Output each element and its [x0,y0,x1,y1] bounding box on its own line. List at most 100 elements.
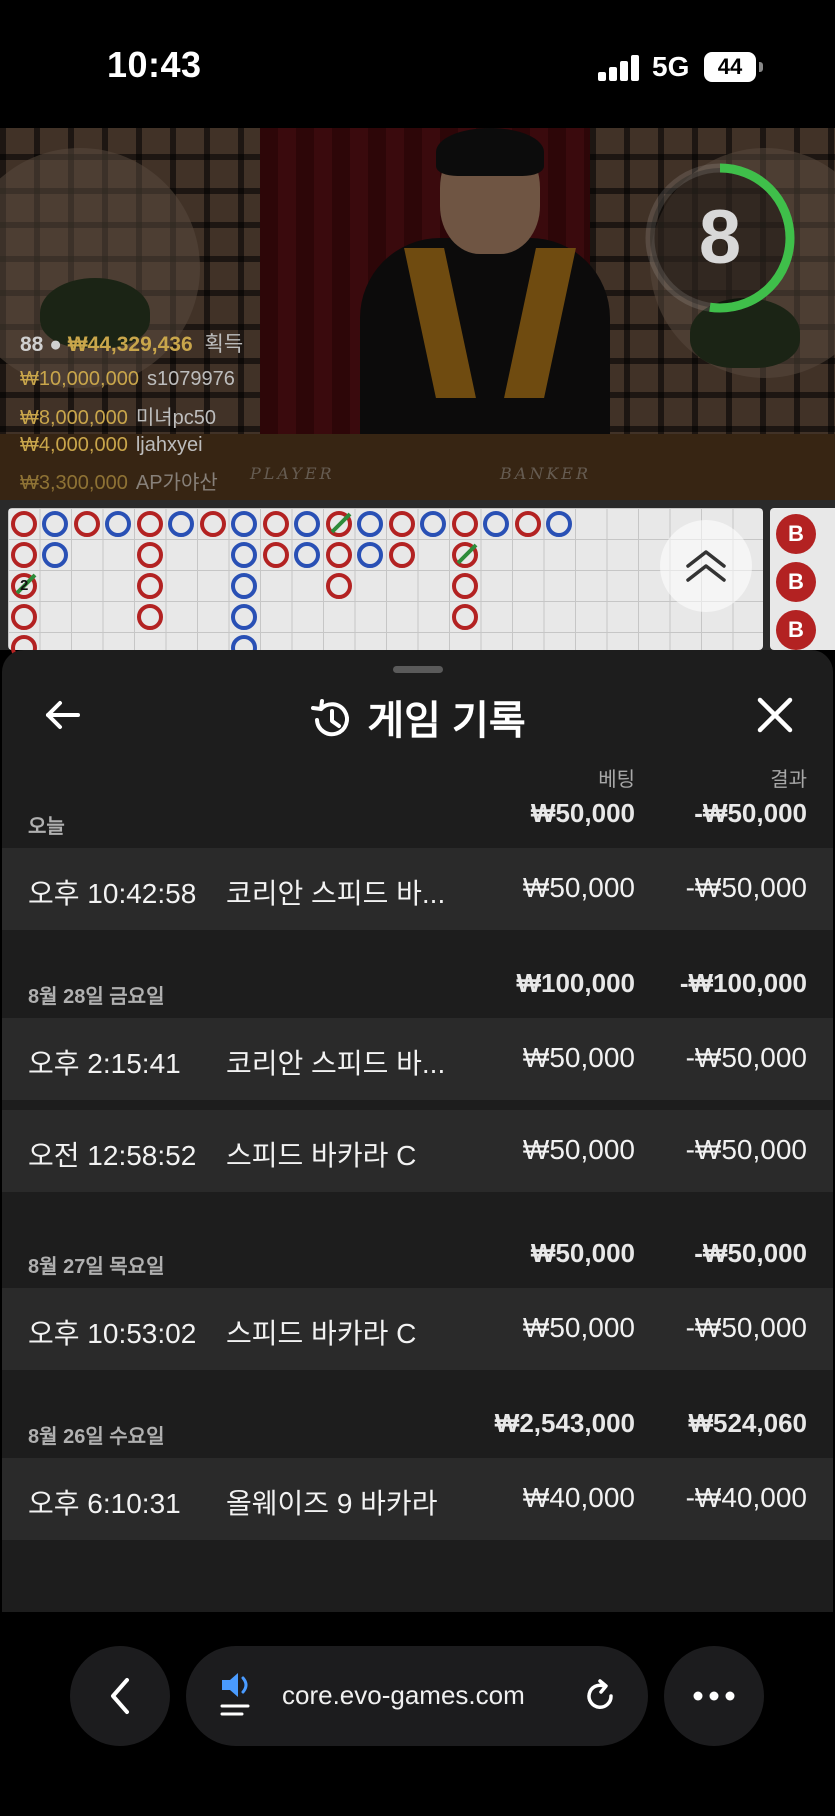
road-bead-player [420,511,446,537]
date-label: 오늘 [28,816,65,838]
row-bet: ₩50,000 [522,1134,635,1165]
row-game: 스피드 바카라 C [226,1318,417,1349]
date-label: 8월 27일 목요일 [28,1256,165,1278]
total-won-label: 획득 [204,333,244,356]
road-bead-banker [74,511,100,537]
road-bead-player [231,542,257,568]
row-time: 오후 10:42:58 [28,878,197,909]
road-bead-player [231,604,257,630]
battery-icon: 44 [704,52,763,82]
history-row[interactable]: 오후 10:53:02 스피드 바카라 C ₩50,000 -₩50,000 [2,1288,833,1370]
date-label: 8월 28일 금요일 [28,986,165,1008]
address-bar[interactable]: core.evo-games.com [186,1646,648,1746]
leader-row: ₩8,000,000 미녀pc50 [20,401,216,430]
panel-title: 게임 기록 [2,688,833,746]
road-bead-player [294,511,320,537]
more-icon [693,1691,735,1701]
player-count: 88 [20,333,44,356]
panel-title-text: 게임 기록 [367,699,526,743]
leader-row: ₩3,300,000 AP가야산 [20,466,218,495]
status-time: 10:43 [107,44,202,85]
row-result: -₩50,000 [685,1312,807,1343]
speaker-icon[interactable] [218,1670,258,1722]
side-bead-banker: B [776,514,816,554]
road-bead-player [42,542,68,568]
road-bead-banker [326,573,352,599]
user-icon: ● [49,333,62,356]
big-road-grid[interactable]: 2 [8,508,763,661]
road-bead-banker [11,511,37,537]
drag-handle[interactable] [393,666,443,673]
column-header-bet: 베팅 [598,769,635,791]
date-group-header: 8월 28일 금요일 ₩100,000 -₩100,000 [2,966,833,1014]
row-result: -₩50,000 [685,1042,807,1073]
date-result-total: ₩524,060 [688,1408,807,1438]
road-bead-banker [137,573,163,599]
history-icon [311,699,350,737]
road-bead-player [483,511,509,537]
expand-roadmap-button[interactable] [660,520,752,612]
road-bead-banker [452,604,478,630]
row-time: 오후 6:10:31 [28,1488,181,1519]
reload-icon[interactable] [582,1678,618,1714]
row-game: 올웨이즈 9 바카라 [226,1488,438,1519]
date-result-total: -₩50,000 [694,798,807,828]
road-bead-player [357,542,383,568]
history-row[interactable]: 오후 2:15:41 코리안 스피드 바... ₩50,000 -₩50,000 [2,1018,833,1100]
date-bet-total: ₩50,000 [530,798,635,828]
road-bead-banker [389,542,415,568]
close-icon[interactable] [754,694,796,736]
leader-amount: ₩10,000,000 [20,368,139,390]
road-bead-banker [137,542,163,568]
road-bead-banker [452,511,478,537]
chevron-up-icon [686,550,726,582]
road-bead-banker [263,542,289,568]
chevron-left-icon [111,1678,129,1714]
row-result: -₩40,000 [685,1482,807,1513]
history-row[interactable]: 오전 12:58:52 스피드 바카라 C ₩50,000 -₩50,000 [2,1110,833,1192]
browser-toolbar: core.evo-games.com [0,1612,835,1816]
total-won-amount: ₩44,329,436 [67,333,193,356]
leader-amount: ₩4,000,000 [20,434,128,456]
signal-icon [598,55,640,81]
row-bet: ₩50,000 [522,1042,635,1073]
more-button[interactable] [664,1646,764,1746]
road-bead-player [105,511,131,537]
row-result: -₩50,000 [685,872,807,903]
row-game: 코리안 스피드 바... [226,1048,446,1079]
leader-row: ₩10,000,000 s1079976 [20,368,235,391]
row-bet: ₩50,000 [522,1312,635,1343]
tie-slash-icon [456,543,478,565]
road-bead-player [168,511,194,537]
road-bead-banker [137,511,163,537]
date-bet-total: ₩50,000 [530,1238,635,1268]
road-bead-player [357,511,383,537]
date-group-header: 오늘 ₩50,000 -₩50,000 [2,796,833,844]
date-bet-total: ₩100,000 [516,968,635,998]
row-bet: ₩50,000 [522,872,635,903]
road-bead-player [42,511,68,537]
road-bead-player [231,511,257,537]
tie-count: 2 [20,577,29,594]
row-game: 스피드 바카라 C [226,1140,417,1171]
history-row[interactable]: 오후 6:10:31 올웨이즈 9 바카라 ₩40,000 -₩40,000 [2,1458,833,1540]
leader-name: ljahxyei [135,434,203,456]
side-bead-banker: B [776,562,816,602]
road-bead-banker [452,573,478,599]
road-bead-player [231,573,257,599]
road-bead-player [294,542,320,568]
browser-back-button[interactable] [70,1646,170,1746]
leader-name: 미녀pc50 [135,407,217,429]
url-text[interactable]: core.evo-games.com [282,1680,525,1711]
leader-amount: ₩8,000,000 [20,407,128,429]
game-history-panel: 게임 기록 베팅 결과 오늘 ₩50,000 -₩50,000 오후 10:42… [2,650,833,1612]
date-group-header: 8월 26일 수요일 ₩2,543,000 ₩524,060 [2,1406,833,1454]
leader-name: AP가야산 [135,472,218,494]
date-label: 8월 26일 수요일 [28,1426,165,1448]
network-type: 5G [652,51,690,82]
history-row[interactable]: 오후 10:42:58 코리안 스피드 바... ₩50,000 -₩50,00… [2,848,833,930]
row-time: 오후 2:15:41 [28,1048,181,1079]
countdown-timer: 8 [698,195,742,280]
side-bead-banker: B [776,610,816,650]
road-bead-banker [389,511,415,537]
